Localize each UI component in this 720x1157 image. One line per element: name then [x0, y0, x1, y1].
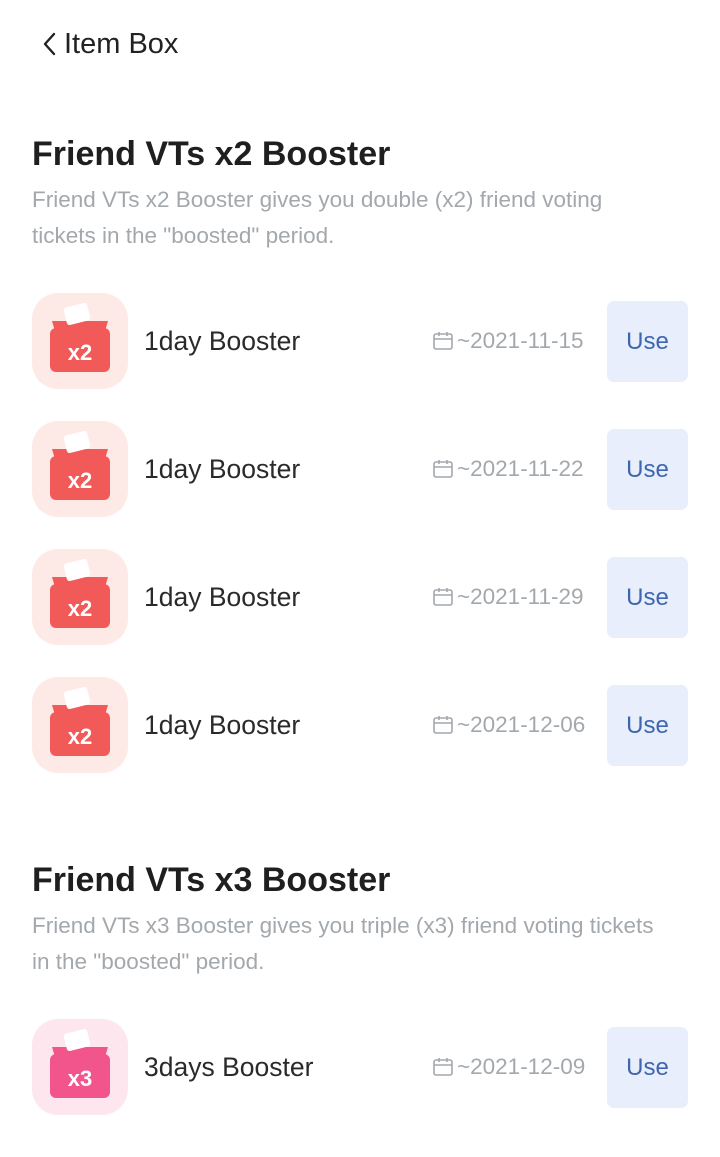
calendar-icon: [433, 1058, 453, 1076]
expiry-date: ~2021-11-22: [457, 456, 584, 481]
header-bar: Item Box: [0, 0, 720, 90]
expiry-date: ~2021-11-29: [457, 584, 584, 609]
list-item: x2 1day Booster ~2021-12-06 Use: [0, 677, 720, 773]
item-expiry: ~2021-12-06: [432, 710, 585, 740]
expiry-date: ~2021-12-06: [457, 712, 586, 737]
svg-text:x2: x2: [68, 340, 92, 365]
item-expiry: ~2021-12-09: [432, 1052, 585, 1082]
section-title: Friend VTs x3 Booster: [32, 861, 391, 899]
section-description: Friend VTs x3 Booster gives you triple (…: [32, 913, 654, 974]
ballot-box-x2-icon: x2: [32, 421, 128, 517]
ballot-box-x2-icon: x2: [32, 677, 128, 773]
use-button[interactable]: Use: [607, 557, 688, 638]
use-button[interactable]: Use: [607, 301, 688, 382]
expiry-date: ~2021-11-15: [457, 328, 584, 353]
list-item: x2 1day Booster ~2021-11-22 Use: [0, 421, 720, 517]
use-button[interactable]: Use: [607, 429, 688, 510]
item-expiry: ~2021-11-22: [432, 454, 584, 484]
item-expiry: ~2021-11-15: [432, 326, 584, 356]
use-button[interactable]: Use: [607, 685, 688, 766]
item-name: 1day Booster: [144, 582, 301, 612]
item-name: 3days Booster: [144, 1052, 314, 1082]
expiry-date: ~2021-12-09: [457, 1054, 586, 1079]
section-description: Friend VTs x2 Booster gives you double (…: [32, 187, 603, 248]
item-name: 1day Booster: [144, 326, 301, 356]
item-expiry: ~2021-11-29: [432, 582, 584, 612]
svg-text:x2: x2: [68, 468, 92, 493]
page-title: Item Box: [64, 28, 179, 60]
list-item: x2 1day Booster ~2021-11-15 Use: [0, 293, 720, 389]
item-name: 1day Booster: [144, 454, 301, 484]
svg-text:x2: x2: [68, 596, 92, 621]
list-item: x2 1day Booster ~2021-11-29 Use: [0, 549, 720, 645]
section-title: Friend VTs x2 Booster: [32, 135, 391, 173]
svg-text:x2: x2: [68, 724, 92, 749]
item-name: 1day Booster: [144, 710, 301, 740]
svg-text:x3: x3: [68, 1066, 92, 1091]
ballot-box-x3-icon: x3: [32, 1019, 128, 1115]
calendar-icon: [433, 716, 453, 734]
calendar-icon: [433, 332, 453, 350]
ballot-box-x2-icon: x2: [32, 549, 128, 645]
calendar-icon: [433, 460, 453, 478]
calendar-icon: [433, 588, 453, 606]
chevron-left-icon: [43, 32, 56, 56]
list-item: x3 3days Booster ~2021-12-09 Use: [0, 1019, 720, 1115]
ballot-box-x2-icon: x2: [32, 293, 128, 389]
use-button[interactable]: Use: [607, 1027, 688, 1108]
